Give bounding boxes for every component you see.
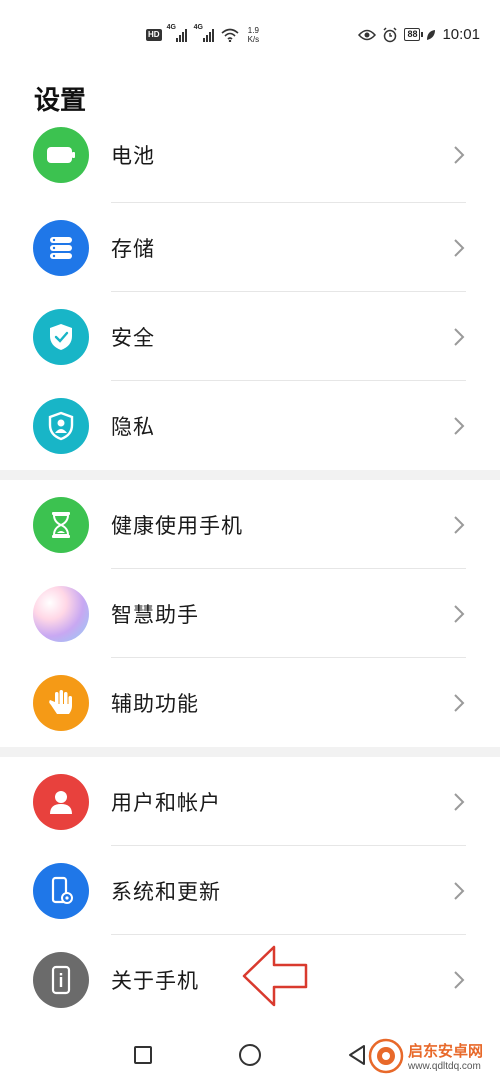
chevron-right-icon [454,515,465,534]
chevron-right-icon [454,881,465,900]
chevron-right-icon [454,604,465,623]
settings-item-label: 智慧助手 [111,602,199,627]
settings-item-users-accounts[interactable]: 用户和帐户 [0,757,500,846]
settings-item-label: 健康使用手机 [111,513,243,538]
settings-item-storage[interactable]: 存储 [0,203,500,292]
speed-value: 1.9 [247,26,259,35]
settings-item-system-update[interactable]: 系统和更新 [0,846,500,935]
recent-apps-button[interactable] [130,1042,156,1068]
watermark-logo-icon [368,1038,404,1074]
triangle-back-icon [349,1045,365,1065]
chevron-right-icon [454,970,465,989]
user-icon [33,773,89,830]
chevron-right-icon [454,792,465,811]
hourglass-icon [33,496,89,553]
settings-item-label: 安全 [111,325,155,350]
signal-icon-2: 4G [194,24,216,42]
hand-icon [33,674,89,731]
status-left: HD 4G 4G 1.9 K/s [146,24,260,44]
settings-item-smart-assistant[interactable]: 智慧助手 [0,569,500,658]
eye-icon [358,29,377,40]
settings-item-label: 辅助功能 [111,691,199,716]
settings-item-label: 存储 [111,236,155,261]
watermark-sub: www.qdltdq.com [408,1061,481,1072]
storage-icon [33,219,89,276]
battery-icon [33,126,89,183]
clock-time: 10:01 [442,26,480,43]
settings-item-label: 用户和帐户 [111,790,221,815]
settings-item-privacy[interactable]: 隐私 [0,381,500,470]
back-button[interactable] [344,1042,370,1068]
phone-gear-icon [33,862,89,919]
page-title: 设置 [34,86,87,116]
circle-icon [239,1044,261,1066]
assistant-orb-icon [33,585,89,642]
watermark-text: 启东安卓网 www.qdltdq.com [408,1040,483,1072]
chevron-right-icon [454,693,465,712]
network-type-1: 4G [166,24,176,31]
network-type-2: 4G [193,24,203,31]
square-icon [134,1046,152,1064]
settings-item-label: 系统和更新 [111,879,221,904]
watermark: 启东安卓网 www.qdltdq.com [368,1032,498,1080]
status-bar: HD 4G 4G 1.9 K/s 88 10:01 [0,0,500,70]
settings-item-battery[interactable]: 电池 [0,114,500,203]
settings-item-accessibility[interactable]: 辅助功能 [0,658,500,747]
privacy-shield-icon [33,397,89,454]
speed-unit: K/s [247,35,260,44]
status-right: 88 10:01 [358,26,480,43]
battery-indicator: 88 [404,28,424,41]
settings-list: 电池 存储 安全 隐私 健康使用手机 智慧助手 辅助功能 用户和帐户 系统和更新… [0,114,500,1024]
watermark-main: 启东安卓网 [408,1043,484,1060]
chevron-right-icon [454,238,465,257]
group-separator [0,470,500,480]
leaf-icon [427,29,436,40]
wifi-icon [221,28,239,42]
settings-item-label: 隐私 [111,414,155,439]
annotation-arrow-icon [242,945,308,1007]
chevron-right-icon [454,146,465,164]
settings-item-digital-balance[interactable]: 健康使用手机 [0,480,500,569]
settings-item-label: 关于手机 [111,968,199,993]
settings-item-security[interactable]: 安全 [0,292,500,381]
signal-icon-1: 4G [167,24,189,42]
chevron-right-icon [454,416,465,435]
network-speed: 1.9 K/s [248,26,260,44]
home-button[interactable] [237,1042,263,1068]
phone-info-icon [33,951,89,1008]
group-separator [0,747,500,757]
settings-item-label: 电池 [111,143,155,168]
alarm-icon [383,26,397,42]
hd-badge: HD [146,29,162,41]
chevron-right-icon [454,327,465,346]
shield-check-icon [33,308,89,365]
